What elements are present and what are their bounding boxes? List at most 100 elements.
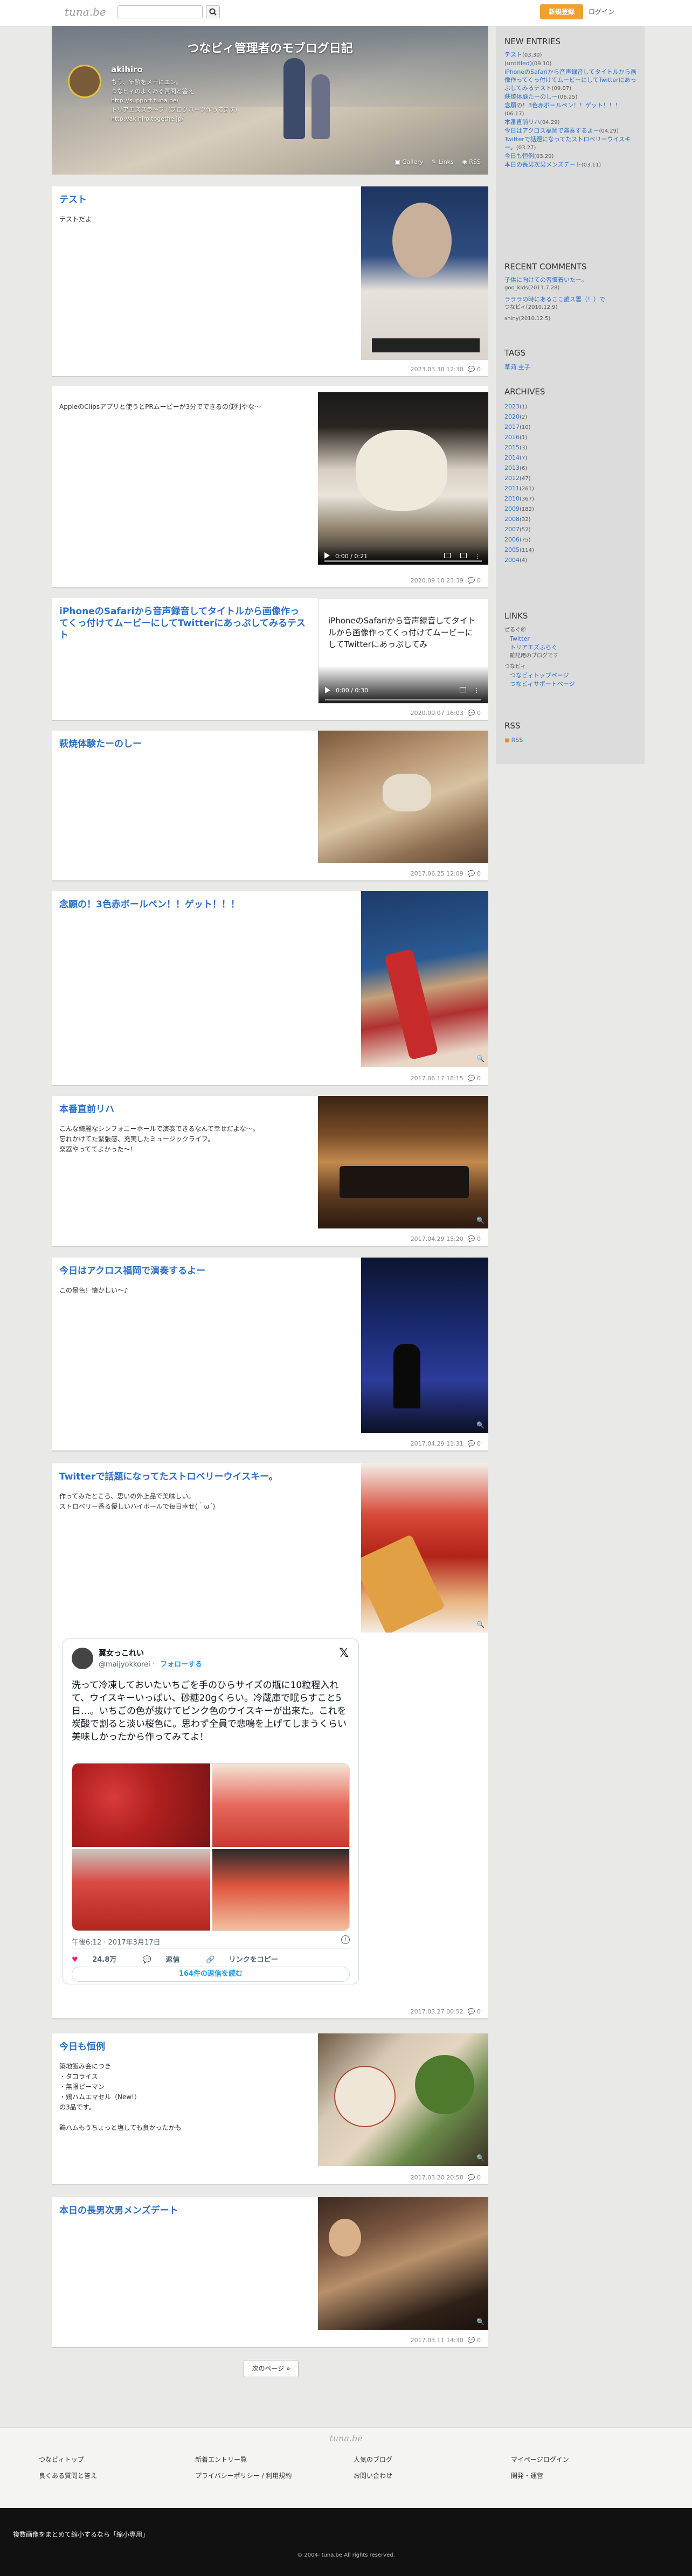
link-blog[interactable]: トリアエズふらぐ bbox=[510, 644, 557, 651]
tweet-media-image[interactable] bbox=[72, 1849, 210, 1931]
comment-count[interactable]: 💬 0 bbox=[468, 2008, 481, 2015]
post-image[interactable]: 🔍 bbox=[318, 2197, 488, 2330]
play-icon[interactable] bbox=[325, 687, 330, 693]
archive-item[interactable]: 2006(75) bbox=[504, 535, 639, 545]
new-entry-item[interactable]: (untitled)(09.10) bbox=[504, 59, 639, 68]
archive-item[interactable]: 2010(367) bbox=[504, 494, 639, 504]
archive-item[interactable]: 2023(1) bbox=[504, 402, 639, 412]
archive-year-link[interactable]: 2007 bbox=[504, 526, 520, 533]
footer-link[interactable]: つなビィトップ bbox=[39, 2452, 97, 2468]
archive-year-link[interactable]: 2008 bbox=[504, 516, 520, 523]
tweet-avatar[interactable] bbox=[72, 1648, 93, 1669]
post-title[interactable]: 本番直前リハ bbox=[59, 1103, 307, 1115]
archive-item[interactable]: 2004(4) bbox=[504, 556, 639, 566]
post-video[interactable]: 0:00 / 0:21 ⋮ bbox=[318, 392, 488, 565]
comment-count[interactable]: 💬 0 bbox=[468, 1075, 481, 1082]
mute-icon[interactable] bbox=[444, 553, 451, 558]
archive-item[interactable]: 2013(6) bbox=[504, 463, 639, 474]
footer-link[interactable]: お問い合わせ bbox=[354, 2468, 392, 2484]
fullscreen-icon[interactable] bbox=[460, 687, 466, 692]
new-entry-item[interactable]: 念願の！3色赤ボールペン！！ゲット！！！ (06.17) bbox=[504, 101, 639, 118]
reply-button[interactable]: 💬 返信 bbox=[143, 1956, 192, 1964]
post-title[interactable]: 本日の長男次男メンズデート bbox=[59, 2205, 307, 2217]
search-input[interactable] bbox=[117, 5, 203, 18]
x-logo-icon[interactable]: 𝕏 bbox=[339, 1647, 349, 1660]
archive-item[interactable]: 2016(1) bbox=[504, 433, 639, 443]
post-image[interactable] bbox=[361, 186, 488, 360]
comment-count[interactable]: 💬 0 bbox=[468, 870, 481, 877]
post-title[interactable]: iPhoneのSafariから音声録音してタイトルから画像作ってくっ付けてムービ… bbox=[59, 606, 307, 641]
tag-item[interactable]: 草苅 圭子 bbox=[504, 363, 639, 371]
comment-count[interactable]: 💬 0 bbox=[468, 710, 481, 717]
recent-comment-link[interactable]: 子供に向けての習慣着いたー。 bbox=[504, 276, 587, 283]
zoom-icon[interactable]: 🔍 bbox=[476, 1421, 485, 1429]
more-options-icon[interactable]: ⋮ bbox=[474, 687, 480, 694]
new-entry-item[interactable]: 萩焼体験たーのしー(06.25) bbox=[504, 93, 639, 101]
links-link[interactable]: ✎ Links bbox=[432, 158, 454, 165]
rss-link[interactable]: ◼ RSS bbox=[504, 736, 639, 744]
comment-count[interactable]: 💬 0 bbox=[468, 2337, 481, 2344]
new-entry-item[interactable]: テスト(03.30) bbox=[504, 51, 639, 59]
archive-year-link[interactable]: 2015 bbox=[504, 444, 520, 451]
archive-year-link[interactable]: 2020 bbox=[504, 413, 520, 420]
blog-title[interactable]: つなビィ管理者のモブログ日記 bbox=[52, 39, 488, 56]
recent-comment-item[interactable]: 子供に向けての習慣着いたー。 goo_kids(2011.7.28) bbox=[504, 276, 639, 292]
archive-item[interactable]: 2012(47) bbox=[504, 474, 639, 484]
archive-item[interactable]: 2011(261) bbox=[504, 484, 639, 494]
search-button[interactable] bbox=[206, 5, 220, 18]
comment-count[interactable]: 💬 0 bbox=[468, 1235, 481, 1242]
video-progress-bar[interactable] bbox=[325, 699, 481, 700]
archive-item[interactable]: 2007(52) bbox=[504, 525, 639, 535]
zoom-icon[interactable]: 🔍 bbox=[476, 2318, 485, 2325]
new-entry-item[interactable]: 今日はアクロス福岡で演奏するよー(04.29) bbox=[504, 127, 639, 135]
post-image[interactable]: 🔍 bbox=[361, 891, 488, 1067]
link-tuna-support[interactable]: つなビィサポートページ bbox=[510, 681, 575, 688]
comment-count[interactable]: 💬 0 bbox=[468, 2174, 481, 2181]
new-entry-item[interactable]: Twitterで話題になってたストロベリーウイスキー。(03.27) bbox=[504, 135, 639, 152]
footer-link[interactable]: 新着エントリー覧 bbox=[195, 2452, 292, 2468]
archive-item[interactable]: 2020(2) bbox=[504, 412, 639, 422]
author-url[interactable]: http://akihiro.togethe.jp/ bbox=[111, 114, 289, 123]
notice-link[interactable]: 複数画像をまとめて縮小するなら「縮小専用」 bbox=[13, 2530, 149, 2539]
new-entry-item[interactable]: iPhoneのSafariから音声録音してタイトルから画像作ってくっ付けてムービ… bbox=[504, 68, 639, 93]
site-logo[interactable]: tuna.be bbox=[65, 5, 106, 18]
archive-item[interactable]: 2015(3) bbox=[504, 443, 639, 453]
rss-link-label[interactable]: RSS bbox=[511, 737, 523, 744]
archive-year-link[interactable]: 2009 bbox=[504, 505, 520, 512]
footer-link[interactable]: マイページログイン bbox=[511, 2452, 569, 2468]
tweet-follow-button[interactable]: フォローする bbox=[160, 1661, 202, 1669]
post-video[interactable]: iPhoneのSafariから音声録音してタイトルから画像作ってくっ付けてムービ… bbox=[318, 598, 488, 704]
tweet-media-image[interactable] bbox=[212, 1763, 349, 1847]
new-entry-link[interactable]: 本日の長男次男メンズデート bbox=[504, 161, 582, 168]
archive-item[interactable]: 2017(10) bbox=[504, 422, 639, 433]
post-title[interactable]: テスト bbox=[59, 194, 307, 206]
new-entry-item[interactable]: 本日の長男次男メンズデート(03.11) bbox=[504, 161, 639, 169]
zoom-icon[interactable]: 🔍 bbox=[476, 2154, 485, 2162]
comment-count[interactable]: 💬 0 bbox=[468, 1440, 481, 1447]
post-title[interactable]: Twitterで話題になってたストロベリーウイスキー。 bbox=[59, 1471, 307, 1483]
tweet-timestamp[interactable]: 午後6:12 · 2017年3月17日 bbox=[72, 1936, 161, 1947]
archive-year-link[interactable]: 2012 bbox=[504, 475, 520, 482]
post-image[interactable]: 🔍 bbox=[318, 1096, 488, 1228]
links-item[interactable]: トリアエズふらぐ bbox=[504, 643, 639, 652]
post-image[interactable]: 🔍 bbox=[361, 1463, 488, 1633]
archive-year-link[interactable]: 2013 bbox=[504, 464, 520, 471]
footer-link[interactable]: 人気のブログ bbox=[354, 2452, 392, 2468]
archive-year-link[interactable]: 2006 bbox=[504, 536, 520, 543]
post-image[interactable] bbox=[318, 731, 488, 863]
post-title[interactable]: 萩焼体験たーのしー bbox=[59, 738, 307, 750]
archive-item[interactable]: 2005(114) bbox=[504, 545, 639, 556]
tweet-author-name[interactable]: 翼女っこれい bbox=[99, 1648, 144, 1658]
archive-year-link[interactable]: 2023 bbox=[504, 403, 520, 410]
post-title[interactable]: 今日も恒例 bbox=[59, 2041, 307, 2053]
archive-year-link[interactable]: 2016 bbox=[504, 434, 520, 441]
archive-year-link[interactable]: 2014 bbox=[504, 454, 520, 461]
like-button[interactable]: ♥ 24.8万 bbox=[72, 1956, 128, 1964]
post-image[interactable]: 🔍 bbox=[318, 2033, 488, 2166]
tweet-media-image[interactable] bbox=[72, 1763, 210, 1847]
new-entry-link[interactable]: テスト bbox=[504, 51, 522, 58]
new-entry-link[interactable]: (untitled) bbox=[504, 60, 532, 67]
info-icon[interactable]: i bbox=[341, 1935, 350, 1944]
links-item[interactable]: Twitter bbox=[504, 635, 639, 643]
next-page-button[interactable]: 次のページ » bbox=[244, 2360, 299, 2377]
